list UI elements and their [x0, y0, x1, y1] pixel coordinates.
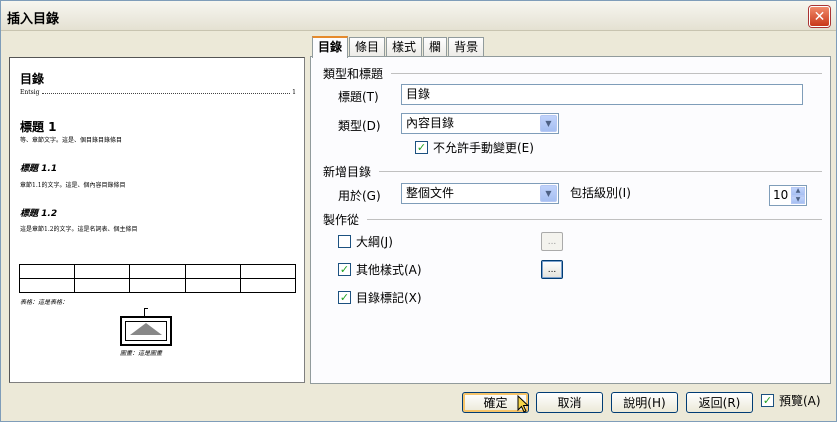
levels-label: 包括級別(I) [570, 186, 631, 200]
tab-index[interactable]: 目錄 [312, 36, 349, 58]
preview-picture-hook [144, 308, 148, 316]
section-divider [367, 219, 822, 220]
spin-down-icon[interactable]: ▼ [791, 195, 805, 204]
close-button[interactable]: ✕ [809, 6, 830, 27]
additional-styles-checkbox[interactable]: ✓ 其他樣式(A) [338, 261, 422, 278]
levels-spinner-buttons[interactable]: ▲ ▼ [791, 187, 805, 204]
preview-label: 預覽(A) [779, 394, 821, 408]
preview-toc-entry: Entsig 1 [20, 89, 296, 96]
chevron-down-icon[interactable]: ▼ [540, 185, 557, 202]
preview-table-caption: 表格：這是表格： [20, 299, 69, 306]
reset-button[interactable]: 返回(R) [686, 392, 753, 413]
tab-background[interactable]: 背景 [448, 37, 485, 57]
outline-label: 大綱(J) [356, 235, 393, 249]
preview-heading-1-2-body: 這是章節1.2的文字。這是名詞表、個主條目 [20, 226, 138, 233]
styles-dots-button[interactable]: ... [541, 260, 563, 279]
for-select-value: 整個文件 [406, 186, 455, 200]
preview-entry-leader [41, 89, 291, 94]
for-label: 用於(G) [338, 189, 381, 203]
levels-value: 10 [773, 188, 789, 202]
tab-columns[interactable]: 欄 [423, 37, 448, 57]
preview-heading-1: 標題 1 [20, 120, 57, 134]
outline-dots-button[interactable]: ... [541, 232, 563, 251]
title-input[interactable]: 目錄 [401, 84, 803, 105]
index-marks-checkbox[interactable]: ✓ 目錄標記(X) [338, 289, 422, 306]
preview-table [18, 264, 297, 293]
dialog-title: 插入目錄 [7, 12, 60, 27]
additional-styles-label: 其他樣式(A) [356, 263, 422, 277]
section-create-index: 新增目錄 [323, 165, 372, 179]
title-label: 標題(T) [338, 90, 379, 104]
preview-heading-1-2: 標題 1.2 [20, 209, 58, 219]
type-select-value: 內容目錄 [406, 116, 455, 130]
preview-image-caption: 圖畫：這是圖畫 [120, 350, 163, 357]
tab-panel: 類型和標題 標題(T) 目錄 類型(D) 內容目錄 ▼ ✓ 不允許手動變更(E)… [310, 56, 831, 384]
type-select[interactable]: 內容目錄 ▼ [401, 113, 559, 134]
dialog-window: 插入目錄 ✕ 目錄 Entsig 1 標題 1 等、章節文字。這是、個目錄目錄條… [0, 0, 837, 422]
section-divider [379, 171, 822, 172]
preview-heading-1-1-body: 章節1.1的文字。這是、個內容目錄條目 [20, 182, 126, 189]
checkbox-empty-icon [338, 235, 351, 248]
tab-entries[interactable]: 條目 [349, 37, 386, 57]
section-create-from: 製作從 [323, 213, 360, 227]
for-select[interactable]: 整個文件 ▼ [401, 183, 559, 204]
preview-heading-1-1: 標題 1.1 [20, 164, 58, 174]
spin-up-icon[interactable]: ▲ [791, 187, 805, 196]
mouse-cursor-icon [517, 395, 530, 413]
title-bar[interactable]: 插入目錄 ✕ [1, 1, 836, 31]
tab-styles[interactable]: 樣式 [386, 37, 423, 57]
preview-checkbox[interactable]: ✓ 預覽(A) [761, 392, 821, 409]
preview-pane: 目錄 Entsig 1 標題 1 等、章節文字。這是、個目錄目錄條目 標題 1.… [9, 57, 305, 383]
tab-bar: 目錄 條目 樣式 欄 背景 [312, 36, 485, 58]
check-icon: ✓ [415, 141, 428, 154]
levels-spinner[interactable]: 10 ▲ ▼ [769, 185, 807, 206]
preview-entry-page: 1 [292, 89, 296, 96]
cancel-button[interactable]: 取消 [536, 392, 603, 413]
help-button[interactable]: 說明(H) [611, 392, 678, 413]
section-type-title: 類型和標題 [323, 67, 384, 81]
close-icon: ✕ [813, 8, 826, 25]
type-label: 類型(D) [338, 119, 381, 133]
check-icon: ✓ [761, 394, 774, 407]
preview-picture-icon [120, 316, 172, 346]
index-marks-label: 目錄標記(X) [356, 291, 422, 305]
protect-label: 不允許手動變更(E) [433, 141, 534, 155]
check-icon: ✓ [338, 263, 351, 276]
section-divider [391, 73, 822, 74]
chevron-down-icon[interactable]: ▼ [540, 115, 557, 132]
outline-checkbox[interactable]: 大綱(J) [338, 233, 393, 250]
preview-toc-title: 目錄 [20, 72, 45, 86]
check-icon: ✓ [338, 291, 351, 304]
preview-entry-text: Entsig [20, 89, 40, 96]
protect-checkbox[interactable]: ✓ 不允許手動變更(E) [415, 139, 534, 156]
preview-heading-1-body: 等、章節文字。這是、個目錄目錄條目 [20, 137, 123, 144]
